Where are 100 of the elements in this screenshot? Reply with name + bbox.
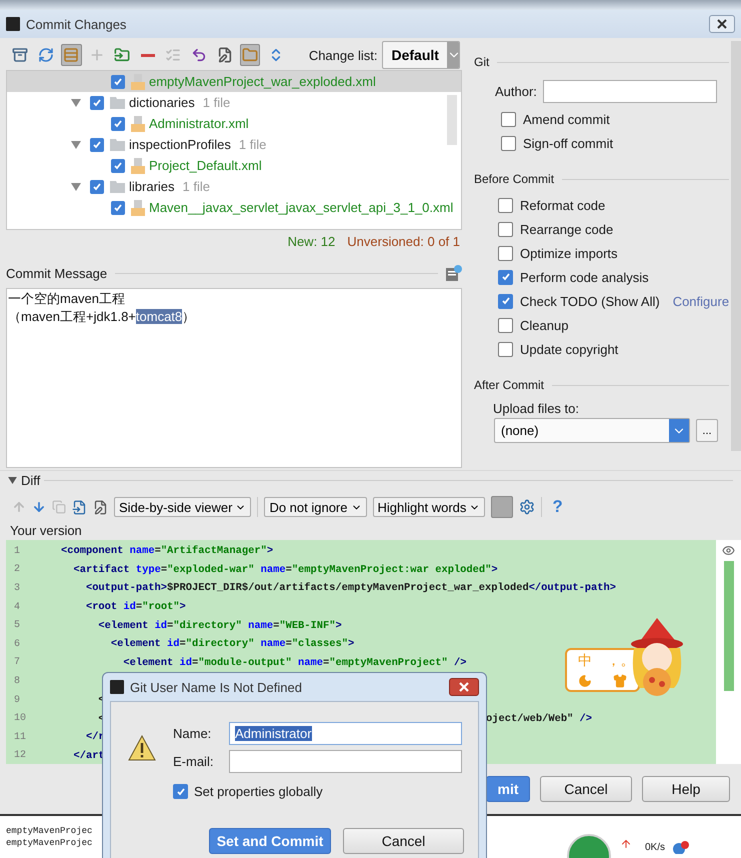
configure-link[interactable]: Configure: [672, 294, 730, 308]
email-label: E-mail:: [173, 754, 214, 769]
option-label: Reformat code: [520, 198, 606, 212]
upload-label: Upload files to:: [493, 401, 579, 416]
edit-icon: [216, 47, 233, 63]
taskbar-item[interactable]: emptyMavenProjec: [6, 826, 102, 836]
commit-message-field[interactable]: 一个空的maven工程 （maven工程+jdk1.8+tomcat8）: [6, 288, 462, 468]
window-title: Commit Changes: [26, 16, 128, 32]
expand-arrow-icon[interactable]: [70, 96, 82, 108]
folder-button[interactable]: [240, 44, 260, 66]
line-number: 1: [13, 546, 22, 557]
code-line: <output-path>$PROJECT_DIR$/out/artifacts/emptyMavenProject_war_exploded</output-path>: [84, 582, 616, 594]
checkbox[interactable]: [498, 198, 513, 212]
code-line: <element id="module-output" name="emptyMavenProject" />: [122, 656, 466, 669]
collapse-arrow-icon[interactable]: [8, 477, 17, 484]
cancel-button[interactable]: Cancel: [540, 776, 632, 802]
option-label: Update copyright: [520, 342, 618, 356]
app-logo-icon: [6, 17, 20, 31]
code-line: <root id="root">: [84, 601, 186, 614]
checkbox[interactable]: [498, 294, 513, 308]
checkbox[interactable]: [111, 116, 125, 130]
change-list-select[interactable]: Default: [382, 41, 460, 69]
set-and-commit-button[interactable]: Set and Commit: [209, 828, 331, 854]
name-field[interactable]: Administrator: [229, 722, 462, 745]
author-field[interactable]: [542, 80, 717, 103]
shirt-icon[interactable]: [613, 674, 628, 688]
section-title: Before Commit: [474, 172, 554, 186]
code-line: <element id="directory" name="classes">: [110, 638, 354, 650]
checkbox[interactable]: [111, 158, 125, 172]
checkbox[interactable]: [111, 74, 125, 88]
folder-name: libraries: [129, 179, 175, 194]
checkbox[interactable]: [501, 136, 516, 150]
commit-button[interactable]: mit: [486, 776, 530, 802]
checkmark-icon: [92, 140, 102, 150]
checkbox[interactable]: [90, 96, 104, 110]
line-number: 6: [13, 638, 22, 650]
code-line: <component name="ArtifactManager">: [61, 545, 274, 558]
toggle-button[interactable]: [491, 496, 514, 518]
checkbox[interactable]: [90, 180, 104, 194]
archive-icon: [12, 47, 28, 63]
xml-file-icon: [131, 116, 145, 132]
expand-arrow-icon[interactable]: [70, 138, 82, 150]
email-field[interactable]: [229, 750, 462, 773]
xml-file-icon: [131, 158, 145, 174]
folder-name: dictionaries: [129, 95, 195, 110]
close-button[interactable]: [709, 15, 735, 33]
close-icon: [459, 682, 469, 692]
line-number: 4: [13, 602, 22, 613]
option-label: Sign-off commit: [523, 136, 614, 150]
section-title: Git: [474, 55, 490, 69]
expand-arrow-icon[interactable]: [70, 180, 82, 192]
dialog-title: Git User Name Is Not Defined: [130, 680, 303, 694]
taskbar-item[interactable]: emptyMavenProjec: [6, 838, 102, 848]
moon-icon[interactable]: [578, 674, 592, 688]
checkmark-icon: [113, 160, 123, 170]
network-ball-icon: [672, 840, 690, 854]
section-title: Diff: [21, 473, 40, 488]
checkbox[interactable]: [501, 112, 516, 126]
checkmark-icon: [500, 272, 510, 282]
checkbox[interactable]: [498, 342, 513, 356]
checkbox[interactable]: [173, 784, 188, 799]
close-button[interactable]: [449, 678, 479, 696]
file-import-icon[interactable]: [72, 500, 87, 514]
tree-row[interactable]: Maven__javax_servlet_javax_servlet_api_3_1_0.xml: [7, 197, 461, 218]
browse-button[interactable]: ...: [696, 419, 718, 442]
checkmark-icon: [500, 296, 510, 306]
minus-icon: [140, 54, 155, 56]
checkbox[interactable]: [498, 270, 513, 284]
checkbox[interactable]: [498, 246, 513, 260]
settings-icon[interactable]: [519, 499, 536, 515]
eye-icon[interactable]: [722, 544, 735, 557]
code-line: <artifact type="exploded-war" name="emptyMavenProject:war exploded">: [72, 564, 498, 576]
edit-icon[interactable]: [93, 500, 108, 514]
checkbox[interactable]: [498, 222, 513, 236]
ignore-dropdown[interactable]: Do not ignore: [264, 497, 366, 517]
upload-select[interactable]: (none): [494, 418, 690, 443]
line-number: 9: [13, 694, 22, 706]
list-icon: [165, 47, 182, 63]
checkbox[interactable]: [111, 200, 125, 214]
scrollbar-thumb[interactable]: [447, 95, 457, 145]
tree-row[interactable]: libraries 1 file: [7, 176, 461, 197]
file-count: 1 file: [238, 137, 266, 152]
highlight-dropdown[interactable]: Highlight words: [372, 497, 486, 517]
viewer-dropdown[interactable]: Side-by-side viewer: [114, 497, 252, 517]
rows-icon: [63, 47, 80, 63]
file-name: emptyMavenProject_war_exploded.xml: [149, 74, 376, 89]
code-line: <element id="directory" name="WEB-INF">: [97, 620, 342, 632]
option-label: Optimize imports: [520, 246, 618, 260]
checkbox[interactable]: [498, 318, 513, 332]
help-button[interactable]: Help: [642, 776, 730, 802]
option-label: Perform code analysis: [520, 270, 649, 284]
cancel-button[interactable]: Cancel: [343, 828, 464, 854]
author-label: Author:: [495, 84, 537, 99]
folder-icon: [110, 96, 125, 109]
history-icon[interactable]: [446, 265, 462, 281]
checkbox[interactable]: [90, 138, 104, 152]
tree-row[interactable]: Project_Default.xml: [7, 155, 461, 176]
tree-row[interactable]: dictionaries 1 file: [7, 92, 461, 113]
tree-row[interactable]: inspectionProfiles 1 file: [7, 134, 461, 155]
tree-row[interactable]: Administrator.xml: [7, 113, 461, 134]
